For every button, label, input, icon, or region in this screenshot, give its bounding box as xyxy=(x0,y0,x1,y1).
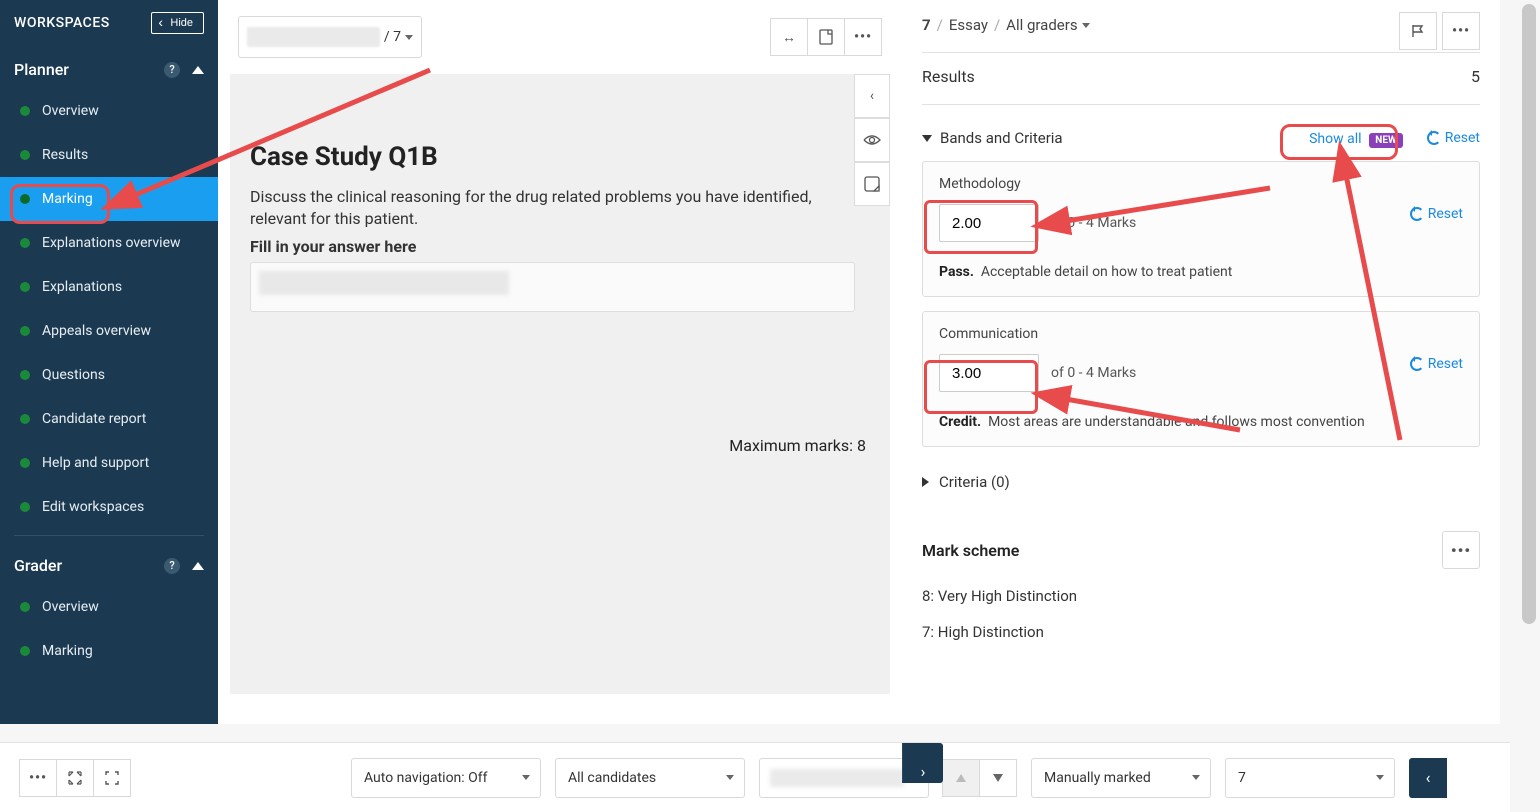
section-grader-head[interactable]: Grader ? xyxy=(0,542,218,585)
more-icon[interactable]: ••• xyxy=(19,759,57,797)
triangle-right-icon xyxy=(922,477,929,487)
undo-icon xyxy=(1410,207,1424,221)
hide-button[interactable]: Hide xyxy=(151,12,204,34)
reset-bands-link[interactable]: Reset xyxy=(1427,130,1480,146)
student-dropdown[interactable]: / 7 xyxy=(238,16,422,58)
fit-width-icon[interactable]: ↔ xyxy=(770,18,808,56)
sidebar-item-grader-marking[interactable]: Marking xyxy=(0,629,218,673)
question-title: Case Study Q1B xyxy=(250,142,870,172)
sidebar-item-help-support[interactable]: Help and support xyxy=(0,441,218,485)
sidebar-item-edit-workspaces[interactable]: Edit workspaces xyxy=(0,485,218,529)
triangle-down-icon xyxy=(922,135,932,142)
fullscreen-icon[interactable] xyxy=(93,759,131,797)
scheme-item: 7: High Distinction xyxy=(922,623,1480,641)
max-marks: Maximum marks: 8 xyxy=(729,436,866,455)
sidebar-item-explanations-overview[interactable]: Explanations overview xyxy=(0,221,218,265)
methodology-score-input[interactable] xyxy=(939,204,1039,242)
sidebar-item-marking[interactable]: Marking xyxy=(0,177,218,221)
question-panel: / 7 ↔ ••• ‹ Case Study Q1B Discuss the c… xyxy=(218,0,902,724)
sidebar-item-overview[interactable]: Overview xyxy=(0,89,218,133)
scrollbar-vertical[interactable] xyxy=(1522,4,1536,720)
question-select[interactable]: 7 xyxy=(1225,758,1395,798)
reset-communication-link[interactable]: Reset xyxy=(1410,356,1463,372)
undo-icon xyxy=(1427,131,1441,145)
criteria-toggle[interactable]: Criteria (0) xyxy=(922,473,1480,491)
chevron-up-icon[interactable] xyxy=(192,66,204,74)
page-icon[interactable] xyxy=(807,18,845,56)
sidebar-item-grader-overview[interactable]: Overview xyxy=(0,585,218,629)
results-label: Results xyxy=(922,67,975,86)
criterion-methodology: Methodology of 0 - 4 Marks Reset Pass. A… xyxy=(922,161,1480,297)
bands-toggle[interactable]: Bands and Criteria xyxy=(922,129,1063,147)
collapse-icon[interactable]: ‹ xyxy=(854,74,890,118)
sidebar-item-results[interactable]: Results xyxy=(0,133,218,177)
note-icon[interactable] xyxy=(854,162,890,206)
marked-select[interactable]: Manually marked xyxy=(1031,758,1211,798)
next-button[interactable]: › xyxy=(902,743,943,783)
question-prompt: Discuss the clinical reasoning for the d… xyxy=(250,186,820,231)
help-icon[interactable]: ? xyxy=(164,558,180,574)
graders-dropdown[interactable]: All graders xyxy=(1006,16,1089,34)
help-icon[interactable]: ? xyxy=(164,62,180,78)
eye-icon[interactable] xyxy=(854,118,890,162)
more-icon[interactable]: ••• xyxy=(1442,12,1480,50)
chevron-up-icon[interactable] xyxy=(192,562,204,570)
section-planner-head[interactable]: Planner ? xyxy=(0,46,218,89)
sidebar-item-appeals-overview[interactable]: Appeals overview xyxy=(0,309,218,353)
show-all-link[interactable]: Show all NEW xyxy=(1309,129,1403,147)
grading-panel: 7 / Essay / All graders ••• Results 5 Ba… xyxy=(902,0,1500,724)
undo-icon xyxy=(1410,357,1424,371)
nav-up-icon[interactable] xyxy=(942,759,980,797)
flag-icon[interactable] xyxy=(1399,12,1437,50)
mark-scheme-more-icon[interactable]: ••• xyxy=(1442,531,1480,569)
reset-methodology-link[interactable]: Reset xyxy=(1410,206,1463,222)
results-value: 5 xyxy=(1471,67,1480,86)
criterion-communication: Communication of 0 - 4 Marks Reset Credi… xyxy=(922,311,1480,447)
workspaces-title: WORKSPACES xyxy=(14,15,110,31)
bottom-toolbar: ••• Auto navigation: Off All candidates … xyxy=(0,742,1510,812)
mark-scheme-label: Mark scheme xyxy=(922,541,1019,560)
sidebar-item-candidate-report[interactable]: Candidate report xyxy=(0,397,218,441)
breadcrumb: 7 / Essay / All graders xyxy=(922,16,1480,34)
more-icon[interactable]: ••• xyxy=(844,18,882,56)
new-badge: NEW xyxy=(1369,133,1402,148)
scheme-item: 8: Very High Distinction xyxy=(922,587,1480,605)
sidebar-item-questions[interactable]: Questions xyxy=(0,353,218,397)
answer-box xyxy=(250,262,855,312)
candidates-select[interactable]: All candidates xyxy=(555,758,745,798)
communication-score-input[interactable] xyxy=(939,354,1039,392)
prev-button[interactable]: ‹ xyxy=(1409,758,1447,798)
autonav-select[interactable]: Auto navigation: Off xyxy=(351,758,541,798)
caret-down-icon xyxy=(405,35,413,40)
expand-icon[interactable] xyxy=(56,759,94,797)
nav-down-icon[interactable] xyxy=(979,759,1017,797)
sidebar-item-explanations[interactable]: Explanations xyxy=(0,265,218,309)
sidebar: WORKSPACES Hide Planner ? Overview Resul… xyxy=(0,0,218,724)
fill-label: Fill in your answer here xyxy=(250,237,870,256)
